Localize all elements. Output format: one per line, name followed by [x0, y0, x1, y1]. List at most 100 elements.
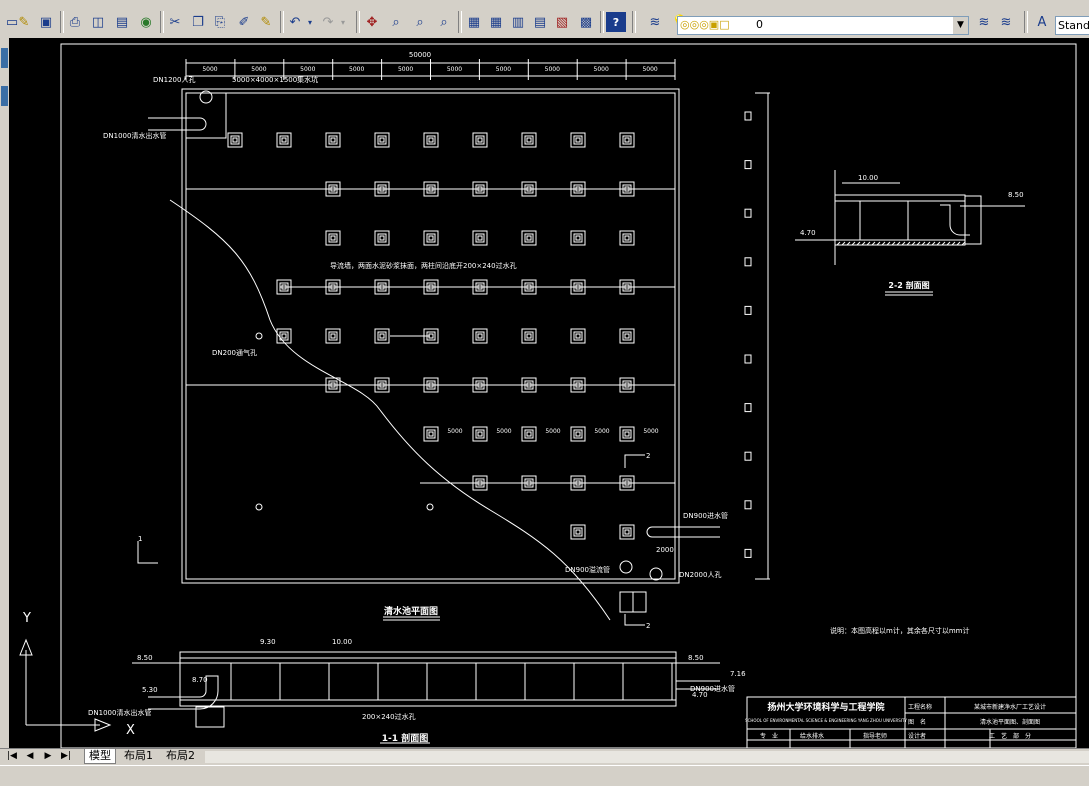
column-outer	[570, 524, 586, 540]
dimension-label: 5000	[300, 66, 315, 73]
column-outer	[227, 132, 243, 148]
print-icon[interactable]: ⎙	[65, 12, 85, 32]
elev-530: 5.30	[142, 686, 158, 694]
label-dn1000-out: DN1000清水出水管	[103, 131, 166, 140]
column-middle	[426, 429, 436, 439]
column-outer	[423, 426, 439, 442]
column-inner	[575, 333, 581, 339]
column-middle	[622, 429, 632, 439]
cad-drawing[interactable]: 5000 5000 5000 5000 5000 5000 5000 5000 5000 5000…	[9, 38, 1089, 748]
calculator-icon[interactable]: ▩	[576, 12, 596, 32]
dimension-label: 5000	[545, 66, 560, 73]
markup-icon[interactable]: ▧	[552, 12, 572, 32]
zoom-previous-icon[interactable]: ⌕	[434, 12, 454, 32]
make-layer-current-icon[interactable]: ≋	[974, 12, 994, 32]
elev-870: 8.70	[192, 676, 208, 684]
publish-icon[interactable]: ◉	[136, 12, 156, 32]
title-project-label: 工程名称	[908, 703, 932, 711]
column-inner	[379, 137, 385, 143]
undo-dropdown-icon[interactable]: ▾	[305, 12, 315, 32]
text-style-icon[interactable]: A	[1032, 12, 1052, 32]
column-middle	[377, 135, 387, 145]
horizontal-scrollbar[interactable]	[205, 751, 1089, 763]
plot-icon[interactable]: ▤	[112, 12, 132, 32]
design-center-icon[interactable]: ▦	[486, 12, 506, 32]
column-inner	[428, 235, 434, 241]
properties-icon[interactable]: ▦	[464, 12, 484, 32]
section-mark-1: 1	[138, 535, 142, 543]
column-outer	[521, 230, 537, 246]
column-inner	[477, 333, 483, 339]
dimension-label: 5000	[251, 66, 266, 73]
manhole-dn2000	[649, 567, 663, 581]
column-inner	[575, 235, 581, 241]
pan-icon[interactable]: ✥	[362, 12, 382, 32]
layer-dropdown[interactable]: ◎◎◎▣□ 0 ▼	[677, 16, 969, 35]
tab-model[interactable]: 模型	[84, 749, 116, 764]
drawing-canvas[interactable]: 5000 5000 5000 5000 5000 5000 5000 5000 5000 5000…	[9, 38, 1089, 748]
first-tab-icon[interactable]: |◀	[5, 750, 19, 763]
column-middle	[573, 233, 583, 243]
print-preview-icon[interactable]: ◫	[88, 12, 108, 32]
layer-manager-icon[interactable]: ≋	[645, 12, 665, 32]
dimension-tick	[744, 548, 752, 558]
total-dimension: 50000	[409, 51, 431, 59]
next-tab-icon[interactable]: ▶	[41, 750, 55, 763]
cut-icon[interactable]: ✂	[165, 12, 185, 32]
column-inner	[477, 235, 483, 241]
copy-icon[interactable]: ❐	[188, 12, 208, 32]
zoom-window-icon[interactable]: ⌕	[410, 12, 430, 32]
column-outer	[570, 132, 586, 148]
column-middle	[524, 135, 534, 145]
open-file-icon[interactable]: ✎	[14, 12, 34, 32]
sump-pit	[185, 92, 227, 139]
text-style-dropdown[interactable]: Stand	[1055, 16, 1089, 35]
title-drawing-label: 图 名	[908, 718, 926, 726]
undo-icon[interactable]: ↶	[285, 12, 305, 32]
column-middle	[573, 331, 583, 341]
prev-tab-icon[interactable]: ◀	[23, 750, 37, 763]
column-outer	[472, 328, 488, 344]
title-process: 工 艺 部 分	[989, 732, 1031, 740]
label-section-outlet: DN1000清水出水管	[88, 708, 151, 717]
redo-icon[interactable]: ↷	[318, 12, 338, 32]
tab-layout1[interactable]: 布局1	[120, 749, 157, 763]
section-mark-2-top: 2	[646, 452, 650, 460]
match-properties-icon[interactable]: ✐	[234, 12, 254, 32]
section-1-1-title: 1-1 剖面图	[382, 732, 428, 744]
vent-hole	[255, 503, 263, 511]
column-outer	[619, 426, 635, 442]
zoom-realtime-icon[interactable]: ⌕	[386, 12, 406, 32]
column-inner	[526, 333, 532, 339]
block-editor-icon[interactable]: ✎	[256, 12, 276, 32]
column-outer	[325, 132, 341, 148]
last-tab-icon[interactable]: ▶|	[59, 750, 73, 763]
column-middle	[426, 233, 436, 243]
dimension-label: 5000	[447, 66, 462, 73]
dimension-label: 5000	[594, 428, 609, 435]
help-icon[interactable]: ?	[606, 12, 626, 32]
elev-930: 9.30	[260, 638, 276, 646]
column-outer	[521, 132, 537, 148]
column-outer	[325, 328, 341, 344]
label-dn200: DN200通气孔	[212, 348, 257, 357]
paste-icon[interactable]: ⎘	[210, 12, 230, 32]
column-inner	[379, 235, 385, 241]
tool-palettes-icon[interactable]: ▥	[508, 12, 528, 32]
save-icon[interactable]: ▣	[36, 12, 56, 32]
column-outer	[325, 230, 341, 246]
column-outer	[423, 230, 439, 246]
section-2-2-outline	[834, 194, 966, 246]
tab-layout2[interactable]: 布局2	[162, 749, 199, 763]
chevron-down-icon[interactable]: ▼	[953, 17, 968, 34]
column-inner	[624, 431, 630, 437]
title-major-value: 给水排水	[800, 732, 824, 740]
ucs-y-label: Y	[22, 611, 31, 626]
column-middle	[328, 331, 338, 341]
sheet-set-icon[interactable]: ▤	[530, 12, 550, 32]
title-drawing-value: 清水池平面图、剖面图	[980, 718, 1040, 726]
layer-previous-icon[interactable]: ≋	[996, 12, 1016, 32]
dimension-label: 5000	[642, 66, 657, 73]
column-outer	[619, 230, 635, 246]
redo-dropdown-icon[interactable]: ▾	[338, 12, 348, 32]
